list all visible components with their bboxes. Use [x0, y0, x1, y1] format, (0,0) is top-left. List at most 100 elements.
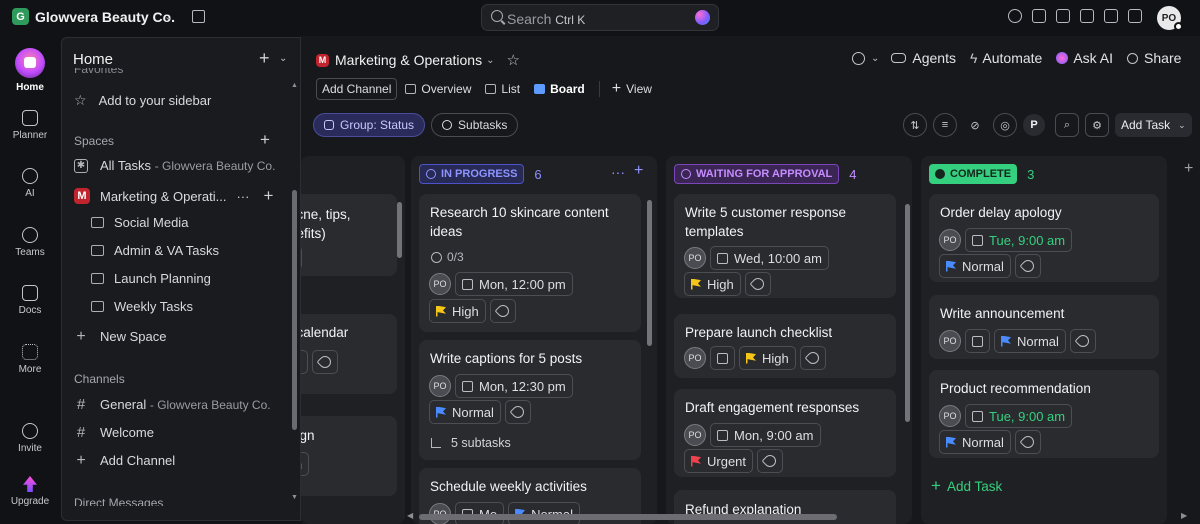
task-card[interactable]: aign am [301, 416, 397, 496]
status-pill[interactable]: IN PROGRESS [419, 164, 525, 184]
column-scrollbar[interactable] [647, 200, 652, 346]
due-date-tag[interactable]: Mon, 9:00 am [710, 423, 821, 447]
rail-teams[interactable]: Teams [0, 227, 60, 258]
subtasks-chip[interactable]: Subtasks [431, 113, 519, 137]
rail-more[interactable]: More [0, 344, 60, 375]
tab-overview[interactable]: Overview [405, 82, 471, 96]
date-tag[interactable]: am [301, 452, 310, 476]
search-bar[interactable]: Search Ctrl K [481, 4, 719, 31]
plus-icon[interactable]: + [259, 48, 270, 69]
folder-item[interactable]: Social Media [74, 215, 188, 230]
task-card[interactable]: Draft engagement responses PO Mon, 9:00 … [674, 389, 896, 477]
task-card[interactable]: acne, tips,nefits) m [301, 194, 397, 276]
new-space-item[interactable]: + New Space [74, 328, 166, 345]
ask-ai-button[interactable]: Ask AI [1056, 50, 1113, 66]
plus-icon[interactable]: + [263, 186, 273, 206]
sort-icon[interactable]: ⇅ [903, 113, 927, 137]
tag-button[interactable] [1069, 329, 1096, 353]
sidebar-scrollbar[interactable] [292, 190, 297, 430]
folder-item[interactable]: Launch Planning [74, 271, 211, 286]
workspace-name[interactable]: Glowvera Beauty Co. [35, 9, 175, 25]
tag-button[interactable] [1014, 430, 1041, 454]
avatar[interactable]: PO [939, 405, 961, 427]
group-by-status-chip[interactable]: Group: Status [313, 113, 426, 137]
scroll-up-arrow[interactable]: ▲ [291, 82, 298, 89]
assignee-filter-badge[interactable]: P [1023, 114, 1045, 136]
tag-button[interactable] [799, 346, 826, 370]
search-icon[interactable]: ⌕ [1055, 113, 1079, 137]
channel-general-item[interactable]: # General - Glowvera Beauty Co. [74, 396, 271, 413]
calendar-icon[interactable] [192, 10, 205, 23]
task-card[interactable]: Research 10 skincare content ideas 0/3 P… [419, 194, 641, 332]
automate-button[interactable]: ϟ Automate [970, 50, 1042, 66]
due-date-tag[interactable]: Tue, 9:00 am [965, 228, 1073, 252]
agents-button[interactable]: Agents [891, 50, 956, 66]
add-channel-button[interactable]: Add Channel [316, 78, 398, 100]
status-pill[interactable]: COMPLETE [929, 164, 1018, 184]
notepad-icon[interactable] [1056, 9, 1070, 23]
gear-icon[interactable]: ⚙ [1085, 113, 1109, 137]
folder-item[interactable]: Weekly Tasks [74, 299, 193, 314]
due-date-tag[interactable] [710, 346, 735, 370]
breadcrumb[interactable]: M Marketing & Operations ⌄ ☆ [316, 51, 520, 69]
subtasks-indicator[interactable]: 5 subtasks [431, 436, 511, 450]
priority-tag[interactable]: Urgent [684, 449, 754, 473]
filter-icon[interactable]: ≡ [933, 113, 957, 137]
due-date-tag[interactable]: Mon, 12:30 pm [455, 374, 573, 398]
due-date-tag[interactable]: Wed, 10:00 am [710, 246, 829, 270]
add-view-button[interactable]: + View [612, 80, 652, 98]
scroll-left-arrow[interactable]: ◀ [407, 511, 413, 520]
add-to-sidebar-item[interactable]: ☆ Add to your sidebar [74, 92, 211, 109]
user-avatar[interactable]: PO [1157, 6, 1183, 31]
add-task-link[interactable]: + Add Task [931, 476, 1002, 496]
rail-docs[interactable]: Docs [0, 285, 60, 316]
add-channel-item[interactable]: + Add Channel [74, 452, 175, 469]
board-horizontal-scrollbar[interactable] [419, 514, 837, 520]
add-space-plus-icon[interactable]: + [260, 130, 270, 150]
rail-ai[interactable]: AI [0, 168, 60, 199]
ai-brain-icon[interactable] [695, 10, 710, 25]
tag-button[interactable] [311, 350, 338, 374]
folder-item[interactable]: Admin & VA Tasks [74, 243, 219, 258]
task-card[interactable]: Prepare launch checklist PO High [674, 314, 896, 378]
chevron-down-icon[interactable]: ⌄ [871, 53, 879, 64]
date-tag[interactable]: m [301, 246, 302, 270]
status-pill[interactable]: WAITING FOR APPROVAL [674, 164, 840, 184]
scroll-right-arrow[interactable]: ▶ [1181, 511, 1187, 520]
task-card[interactable]: Product recommendation PO Tue, 9:00 am N… [929, 370, 1159, 458]
chevron-down-icon[interactable]: ⌄ [279, 53, 287, 64]
workspace-badge[interactable]: G [12, 8, 29, 25]
rail-planner[interactable]: Planner [0, 110, 60, 141]
add-task-button[interactable]: Add Task ⌄ [1115, 113, 1192, 137]
inbox-icon[interactable] [1032, 9, 1046, 23]
rail-invite[interactable]: Invite [0, 423, 60, 454]
tag-button[interactable] [1014, 254, 1041, 278]
priority-tag[interactable]: High [429, 299, 486, 323]
priority-tag[interactable]: Normal [508, 502, 580, 524]
rail-home[interactable]: Home [0, 48, 60, 93]
tag-button[interactable] [757, 449, 784, 473]
priority-tag[interactable]: Normal [939, 430, 1011, 454]
check-circle-icon[interactable] [1008, 9, 1022, 23]
priority-tag[interactable]: Normal [994, 329, 1066, 353]
priority-tag[interactable]: Normal [939, 254, 1011, 278]
priority-tag[interactable]: Normal [429, 400, 501, 424]
video-icon[interactable] [1080, 9, 1094, 23]
avatar[interactable]: PO [429, 375, 451, 397]
due-date-tag[interactable]: Mon, 12:00 pm [455, 272, 573, 296]
tab-list[interactable]: List [485, 82, 520, 96]
checklist-indicator[interactable]: 0/3 [431, 250, 464, 264]
space-marketing-item[interactable]: M Marketing & Operati... ··· + [74, 186, 273, 206]
column-scrollbar[interactable] [397, 202, 402, 258]
due-date-tag[interactable]: Tue, 9:00 am [965, 404, 1073, 428]
priority-tag[interactable]: High [739, 346, 796, 370]
channel-welcome-item[interactable]: # Welcome [74, 424, 154, 441]
share-button[interactable]: Share [1127, 50, 1181, 66]
scroll-down-arrow[interactable]: ▼ [291, 494, 298, 501]
avatar[interactable]: PO [684, 347, 706, 369]
due-date-tag[interactable] [965, 329, 990, 353]
more-dots-icon[interactable]: ··· [611, 164, 625, 180]
assignees-icon[interactable]: ◎ [993, 113, 1017, 137]
add-column-plus-icon[interactable]: + [1184, 160, 1193, 178]
priority-tag[interactable]: ow [301, 350, 308, 374]
